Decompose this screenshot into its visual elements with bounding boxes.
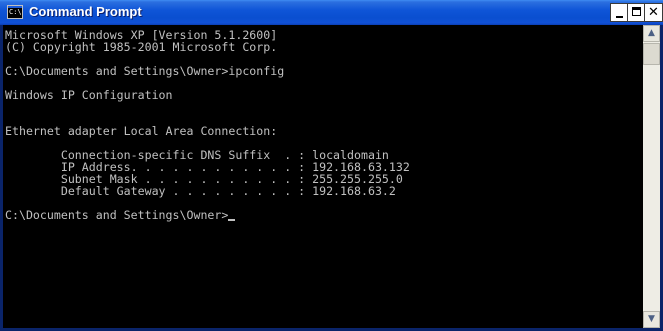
command-prompt-window: C:\ Command Prompt ✕ Microsoft Windows X… bbox=[0, 0, 663, 331]
console-line-command: C:\Documents and Settings\Owner>ipconfig bbox=[5, 64, 285, 78]
maximize-icon bbox=[632, 7, 641, 16]
console-output[interactable]: Microsoft Windows XP [Version 5.1.2600] … bbox=[3, 25, 643, 328]
close-icon: ✕ bbox=[648, 5, 659, 20]
console-line-ip-config-heading: Windows IP Configuration bbox=[5, 88, 173, 102]
console-line-copyright: (C) Copyright 1985-2001 Microsoft Corp. bbox=[5, 40, 278, 54]
title-bar[interactable]: C:\ Command Prompt ✕ bbox=[0, 0, 663, 25]
vertical-scrollbar[interactable]: ▲ ▼ bbox=[643, 25, 660, 328]
scroll-down-button[interactable]: ▼ bbox=[643, 311, 660, 328]
prompt-text: C:\Documents and Settings\Owner> bbox=[5, 208, 229, 222]
minimize-icon bbox=[616, 16, 623, 18]
scrollbar-thumb[interactable] bbox=[643, 43, 660, 65]
text-cursor bbox=[228, 219, 236, 221]
chevron-down-icon: ▼ bbox=[648, 314, 655, 324]
window-title: Command Prompt bbox=[29, 4, 142, 19]
scroll-up-button[interactable]: ▲ bbox=[643, 25, 660, 42]
close-button[interactable]: ✕ bbox=[644, 3, 663, 22]
chevron-up-icon: ▲ bbox=[648, 28, 655, 38]
console-line-default-gateway: Default Gateway . . . . . . . . . : 192.… bbox=[5, 184, 396, 198]
console-line-adapter-heading: Ethernet adapter Local Area Connection: bbox=[5, 124, 278, 138]
cmd-icon[interactable]: C:\ bbox=[7, 5, 23, 19]
console-line-prompt[interactable]: C:\Documents and Settings\Owner> bbox=[5, 208, 236, 222]
